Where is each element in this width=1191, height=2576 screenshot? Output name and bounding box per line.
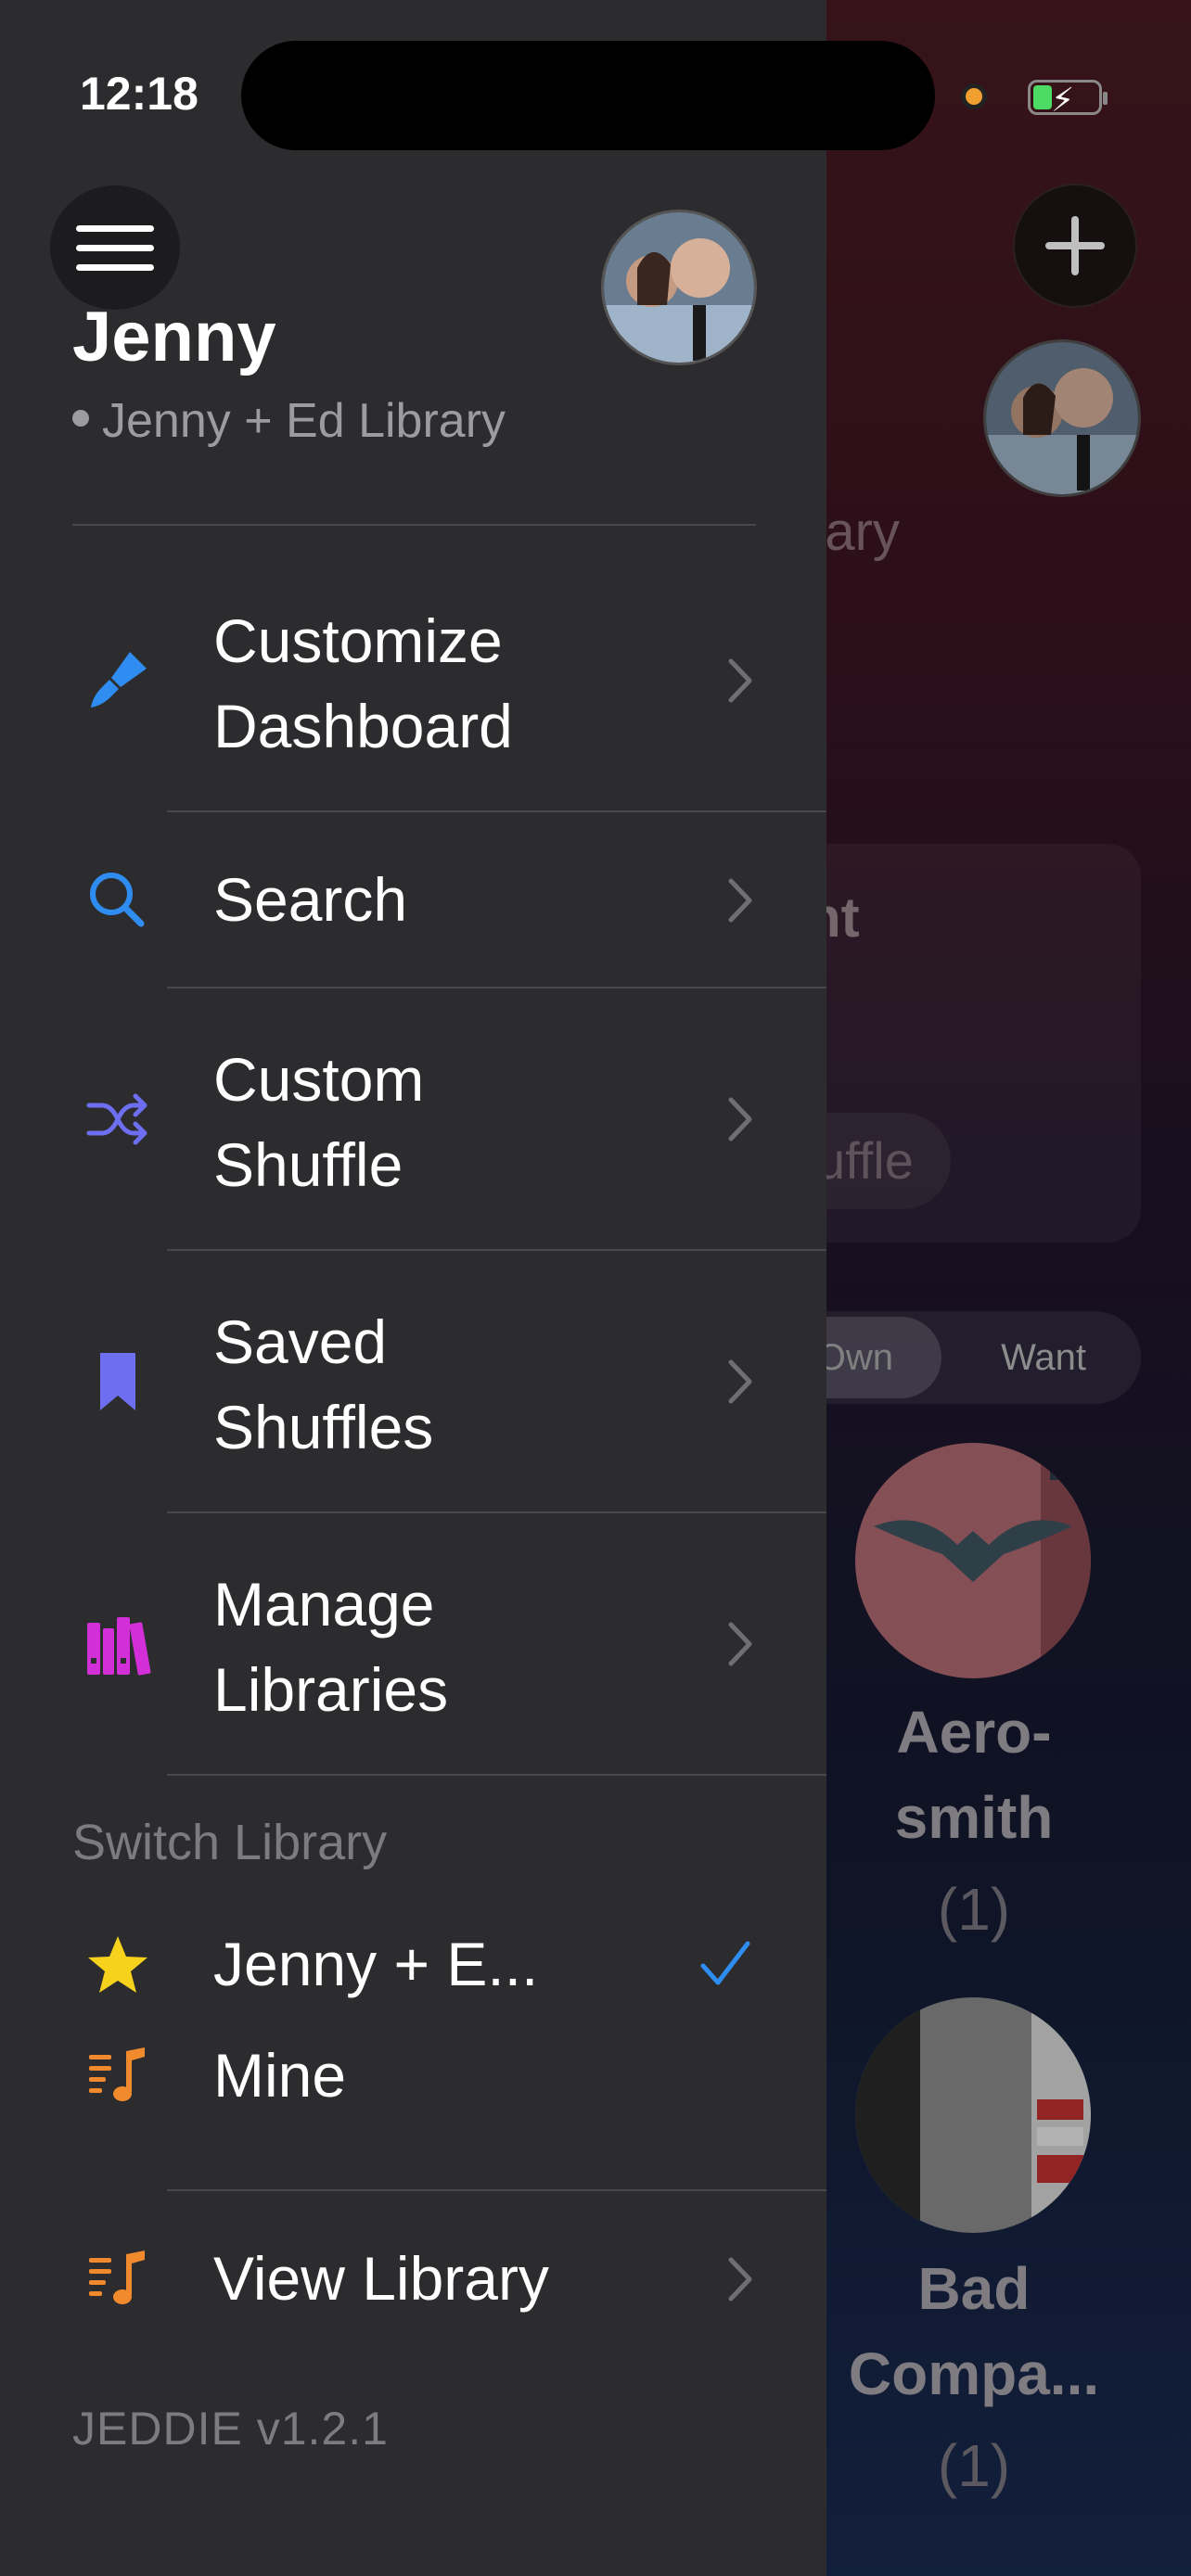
- books-icon: [83, 1610, 152, 1678]
- hamburger-icon: [76, 224, 154, 232]
- menu-item-label: Search: [213, 865, 408, 934]
- side-drawer: 12:18 Jenny Jenny + Ed Library Customize…: [0, 0, 826, 2576]
- camera-indicator-icon: [961, 83, 987, 109]
- library-item-label: Mine: [213, 2041, 347, 2110]
- chevron-right-icon: [728, 2257, 752, 2302]
- chevron-right-icon: [728, 1622, 752, 1666]
- checkmark-icon: [700, 1941, 750, 1985]
- menu-item-manage-libraries[interactable]: Manage Libraries: [0, 1513, 826, 1776]
- menu-item-label: View Library: [213, 2244, 549, 2313]
- library-item-jenny-ed[interactable]: Jenny + E...: [0, 1910, 826, 2020]
- music-list-icon: [83, 2042, 152, 2111]
- chevron-right-icon: [728, 658, 752, 703]
- menu-item-label: Custom: [213, 1045, 425, 1114]
- menu-item-customize-dashboard[interactable]: Customize Dashboard: [0, 550, 826, 812]
- menu-button[interactable]: [50, 185, 180, 310]
- battery-charging-icon: ⚡: [1028, 80, 1108, 119]
- divider: [72, 524, 756, 526]
- user-name: Jenny: [72, 298, 276, 376]
- shuffle-icon: [83, 1085, 152, 1154]
- star-icon: [83, 1931, 152, 1999]
- library-item-label: Jenny + E...: [213, 1930, 539, 1998]
- search-icon: [83, 866, 152, 935]
- menu-item-label: Libraries: [213, 1655, 449, 1724]
- current-library: Jenny + Ed Library: [72, 393, 506, 449]
- app-version: JEDDIE v1.2.1: [72, 2403, 389, 2455]
- music-list-icon: [83, 2245, 152, 2314]
- chevron-right-icon: [728, 878, 752, 923]
- menu-item-search[interactable]: Search: [0, 812, 826, 988]
- chevron-right-icon: [728, 1097, 752, 1141]
- menu-item-label: Saved: [213, 1307, 388, 1376]
- menu-item-label: Dashboard: [213, 692, 513, 760]
- dynamic-island: [241, 41, 935, 150]
- library-item-mine[interactable]: Mine: [0, 2020, 826, 2191]
- menu-item-view-library[interactable]: View Library: [0, 2191, 826, 2367]
- status-time: 12:18: [80, 68, 198, 120]
- paintbrush-icon: [83, 646, 152, 715]
- menu-item-label: Customize: [213, 606, 503, 675]
- menu-item-label: Shuffles: [213, 1393, 434, 1461]
- bookmark-icon: [83, 1347, 152, 1416]
- menu-item-saved-shuffles[interactable]: Saved Shuffles: [0, 1251, 826, 1513]
- menu-item-label: Shuffle: [213, 1130, 403, 1199]
- menu-item-custom-shuffle[interactable]: Custom Shuffle: [0, 988, 826, 1251]
- menu-item-label: Manage: [213, 1570, 435, 1639]
- chevron-right-icon: [728, 1359, 752, 1404]
- section-header-switch-library: Switch Library: [72, 1815, 388, 1870]
- profile-avatar[interactable]: [601, 210, 757, 365]
